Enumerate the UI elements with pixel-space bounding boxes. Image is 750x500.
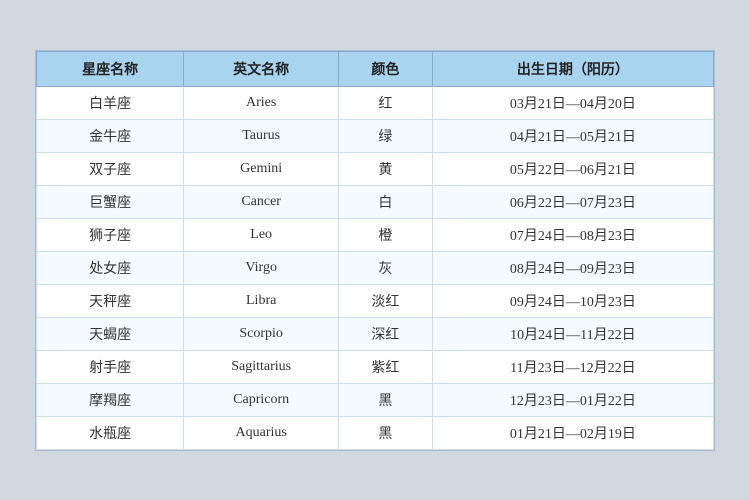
table-cell-r8-c0: 射手座: [37, 350, 184, 383]
table-cell-r7-c3: 10月24日—11月22日: [432, 317, 713, 350]
table-cell-r6-c1: Libra: [184, 284, 339, 317]
table-cell-r2-c1: Gemini: [184, 152, 339, 185]
table-cell-r9-c2: 黑: [339, 383, 433, 416]
table-header-col-2: 颜色: [339, 51, 433, 86]
table-cell-r1-c2: 绿: [339, 119, 433, 152]
table-cell-r3-c0: 巨蟹座: [37, 185, 184, 218]
table-row: 摩羯座Capricorn黑12月23日—01月22日: [37, 383, 714, 416]
table-cell-r4-c2: 橙: [339, 218, 433, 251]
table-header-row: 星座名称英文名称颜色出生日期（阳历）: [37, 51, 714, 86]
table-cell-r2-c3: 05月22日—06月21日: [432, 152, 713, 185]
table-cell-r5-c0: 处女座: [37, 251, 184, 284]
table-row: 处女座Virgo灰08月24日—09月23日: [37, 251, 714, 284]
table-cell-r5-c2: 灰: [339, 251, 433, 284]
table-row: 天秤座Libra淡红09月24日—10月23日: [37, 284, 714, 317]
table-cell-r3-c2: 白: [339, 185, 433, 218]
table-row: 狮子座Leo橙07月24日—08月23日: [37, 218, 714, 251]
table-cell-r6-c0: 天秤座: [37, 284, 184, 317]
table-cell-r2-c2: 黄: [339, 152, 433, 185]
table-cell-r6-c3: 09月24日—10月23日: [432, 284, 713, 317]
table-cell-r7-c0: 天蝎座: [37, 317, 184, 350]
table-cell-r10-c2: 黑: [339, 416, 433, 449]
table-cell-r3-c1: Cancer: [184, 185, 339, 218]
table-cell-r4-c3: 07月24日—08月23日: [432, 218, 713, 251]
table-cell-r5-c3: 08月24日—09月23日: [432, 251, 713, 284]
table-cell-r4-c0: 狮子座: [37, 218, 184, 251]
table-row: 金牛座Taurus绿04月21日—05月21日: [37, 119, 714, 152]
table-cell-r10-c1: Aquarius: [184, 416, 339, 449]
table-cell-r3-c3: 06月22日—07月23日: [432, 185, 713, 218]
table-row: 水瓶座Aquarius黑01月21日—02月19日: [37, 416, 714, 449]
table-cell-r8-c1: Sagittarius: [184, 350, 339, 383]
table-row: 双子座Gemini黄05月22日—06月21日: [37, 152, 714, 185]
table-row: 天蝎座Scorpio深红10月24日—11月22日: [37, 317, 714, 350]
table-cell-r2-c0: 双子座: [37, 152, 184, 185]
table-cell-r4-c1: Leo: [184, 218, 339, 251]
table-cell-r0-c2: 红: [339, 86, 433, 119]
table-cell-r8-c2: 紫红: [339, 350, 433, 383]
table-cell-r5-c1: Virgo: [184, 251, 339, 284]
table-cell-r0-c1: Aries: [184, 86, 339, 119]
table-cell-r0-c3: 03月21日—04月20日: [432, 86, 713, 119]
table-cell-r9-c1: Capricorn: [184, 383, 339, 416]
table-row: 白羊座Aries红03月21日—04月20日: [37, 86, 714, 119]
table-header-col-3: 出生日期（阳历）: [432, 51, 713, 86]
table-cell-r8-c3: 11月23日—12月22日: [432, 350, 713, 383]
table-row: 巨蟹座Cancer白06月22日—07月23日: [37, 185, 714, 218]
table-cell-r1-c3: 04月21日—05月21日: [432, 119, 713, 152]
zodiac-table-container: 星座名称英文名称颜色出生日期（阳历） 白羊座Aries红03月21日—04月20…: [35, 50, 715, 451]
table-cell-r0-c0: 白羊座: [37, 86, 184, 119]
table-cell-r10-c3: 01月21日—02月19日: [432, 416, 713, 449]
table-row: 射手座Sagittarius紫红11月23日—12月22日: [37, 350, 714, 383]
table-header-col-0: 星座名称: [37, 51, 184, 86]
table-cell-r7-c2: 深红: [339, 317, 433, 350]
table-cell-r7-c1: Scorpio: [184, 317, 339, 350]
table-body: 白羊座Aries红03月21日—04月20日金牛座Taurus绿04月21日—0…: [37, 86, 714, 449]
table-cell-r10-c0: 水瓶座: [37, 416, 184, 449]
table-cell-r6-c2: 淡红: [339, 284, 433, 317]
table-cell-r9-c3: 12月23日—01月22日: [432, 383, 713, 416]
zodiac-table: 星座名称英文名称颜色出生日期（阳历） 白羊座Aries红03月21日—04月20…: [36, 51, 714, 450]
table-header-col-1: 英文名称: [184, 51, 339, 86]
table-cell-r1-c1: Taurus: [184, 119, 339, 152]
table-cell-r1-c0: 金牛座: [37, 119, 184, 152]
table-cell-r9-c0: 摩羯座: [37, 383, 184, 416]
